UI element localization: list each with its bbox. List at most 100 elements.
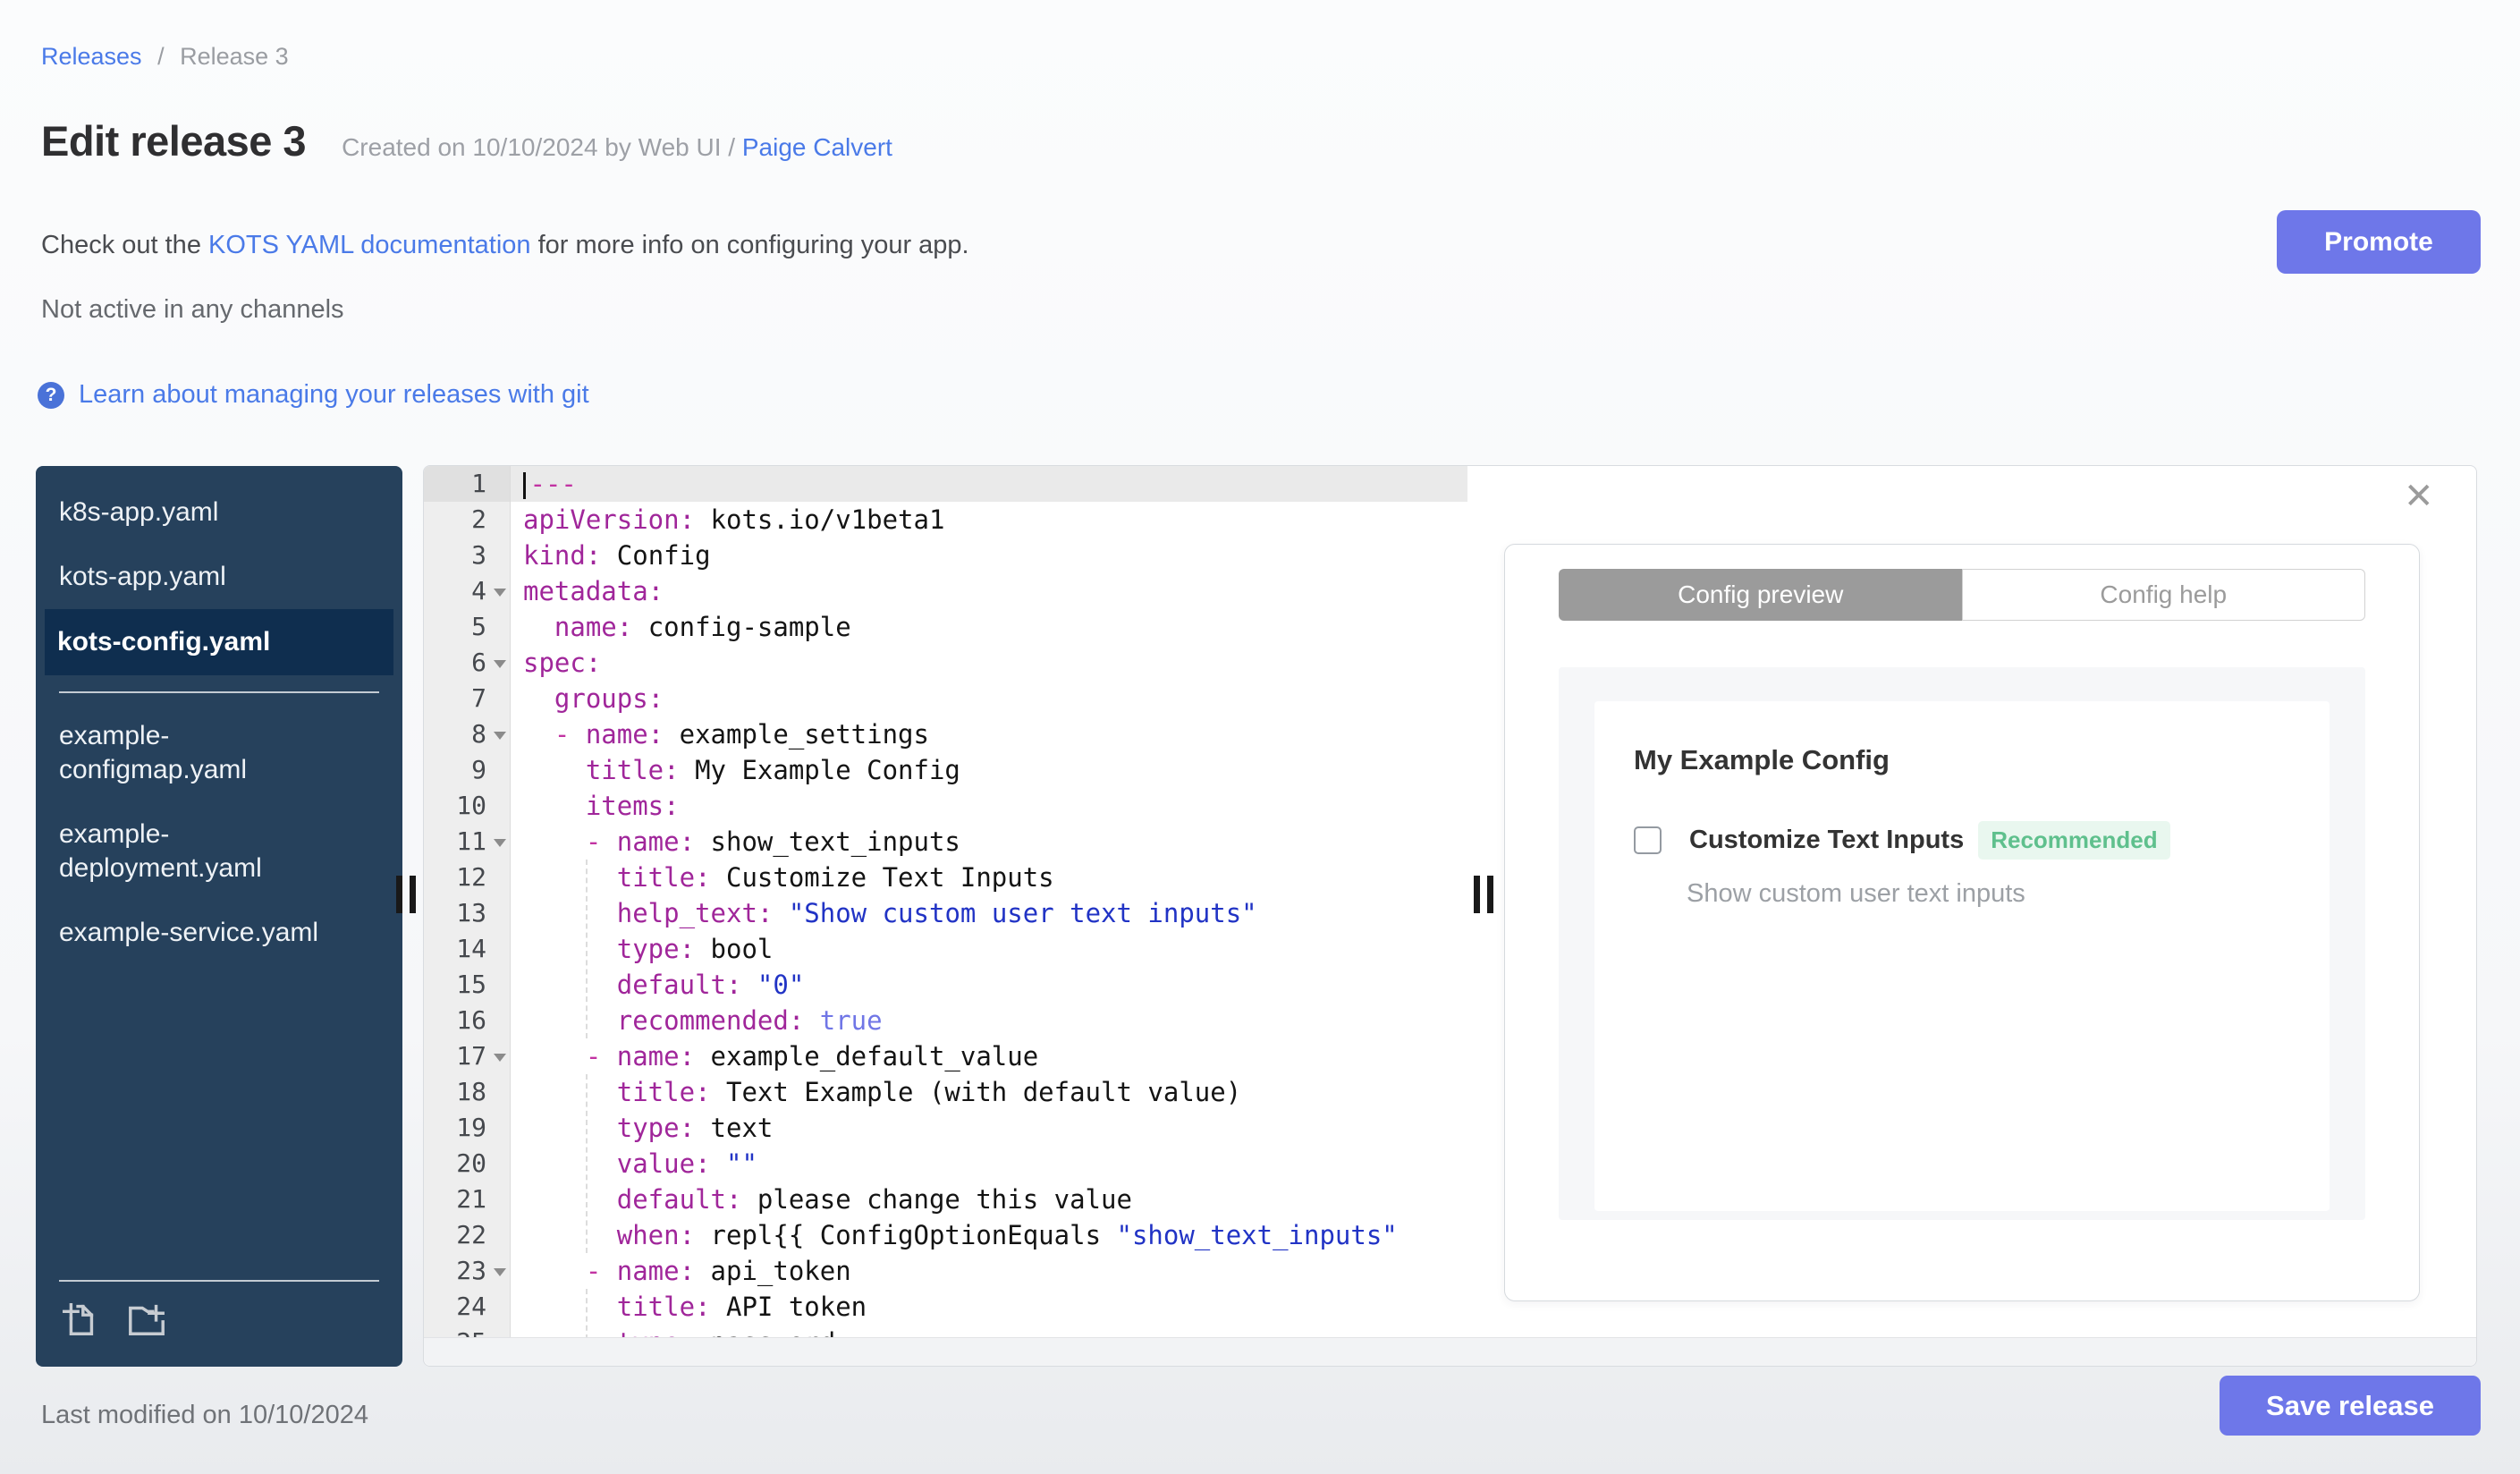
intro-text: Check out the KOTS YAML documentation fo…	[41, 231, 969, 260]
page-title: Edit release 3	[41, 117, 307, 165]
sidebar-file-k8s-app.yaml[interactable]: k8s-app.yaml	[57, 480, 347, 545]
config-item-row: Customize Text Inputs Recommended	[1634, 821, 2290, 860]
code-line-19[interactable]: 19 type: text	[424, 1110, 1467, 1146]
gutter-line-number: 2	[424, 502, 511, 538]
title-row: Edit release 3 Created on 10/10/2024 by …	[41, 116, 892, 165]
sidebar-file-example-service.yaml[interactable]: example-service.yaml	[57, 901, 347, 965]
git-help-row: ? Learn about managing your releases wit…	[38, 380, 589, 410]
git-releases-link[interactable]: Learn about managing your releases with …	[79, 380, 589, 410]
code-lines: 1 --- 2 apiVersion: kots.io/v1beta1 3 kind: C…	[424, 466, 1467, 1340]
code-line-1[interactable]: 1 ---	[424, 466, 1467, 502]
close-icon[interactable]: ✕	[2398, 478, 2440, 515]
sidebar-file-kots-app.yaml[interactable]: kots-app.yaml	[57, 545, 347, 609]
code-line-6[interactable]: 6 spec:	[424, 645, 1467, 681]
config-preview-panel: Config preview Config help My Example Con…	[1504, 544, 2420, 1301]
horizontal-scrollbar[interactable]	[424, 1337, 2476, 1366]
code-line-18[interactable]: 18 title: Text Example (with default val…	[424, 1074, 1467, 1110]
code-line-5[interactable]: 5 name: config-sample	[424, 609, 1467, 645]
sidebar-footer	[59, 1280, 379, 1343]
breadcrumb-current: Release 3	[180, 43, 289, 70]
code-line-8[interactable]: 8 - name: example_settings	[424, 716, 1467, 752]
tab-config-help[interactable]: Config help	[1961, 569, 2365, 621]
gutter-line-number: 18	[424, 1074, 511, 1110]
new-folder-icon[interactable]	[123, 1298, 170, 1343]
code-line-13[interactable]: 13 help_text: "Show custom user text inp…	[424, 895, 1467, 931]
code-line-23[interactable]: 23 - name: api_token	[424, 1253, 1467, 1289]
code-line-16[interactable]: 16 recommended: true	[424, 1003, 1467, 1038]
created-text: Created on 10/10/2024 by Web UI /	[342, 133, 736, 161]
code-line-4[interactable]: 4 metadata:	[424, 573, 1467, 609]
config-item-label: Customize Text Inputs	[1689, 826, 1965, 854]
save-release-button[interactable]: Save release	[2220, 1376, 2481, 1436]
channels-note: Not active in any channels	[41, 295, 344, 324]
new-file-icon[interactable]	[59, 1298, 100, 1343]
fold-arrow-icon[interactable]	[494, 660, 506, 668]
code-line-24[interactable]: 24 title: API token	[424, 1289, 1467, 1325]
gutter-line-number: 14	[424, 931, 511, 967]
gutter-line-number: 9	[424, 752, 511, 788]
gutter-line-number: 3	[424, 538, 511, 573]
code-line-17[interactable]: 17 - name: example_default_value	[424, 1038, 1467, 1074]
gutter-line-number: 6	[424, 645, 511, 681]
fold-arrow-icon[interactable]	[494, 732, 506, 740]
fold-arrow-icon[interactable]	[494, 589, 506, 597]
code-line-20[interactable]: 20 value: ""	[424, 1146, 1467, 1182]
last-modified-text: Last modified on 10/10/2024	[41, 1401, 368, 1429]
code-line-3[interactable]: 3 kind: Config	[424, 538, 1467, 573]
gutter-line-number: 8	[424, 716, 511, 752]
resize-handle-right[interactable]	[1474, 876, 1493, 915]
fold-arrow-icon[interactable]	[494, 1054, 506, 1062]
indent-guide	[586, 860, 588, 1038]
gutter-line-number: 11	[424, 824, 511, 860]
preview-body: My Example Config Customize Text Inputs …	[1559, 667, 2365, 1220]
file-list-divider	[59, 691, 379, 693]
gutter-line-number: 22	[424, 1217, 511, 1253]
gutter-line-number: 16	[424, 1003, 511, 1038]
config-checkbox[interactable]	[1634, 826, 1662, 854]
gutter-line-number: 21	[424, 1182, 511, 1217]
file-list: k8s-app.yaml kots-app.yaml kots-config.yam…	[36, 480, 402, 965]
kots-docs-link[interactable]: KOTS YAML documentation	[208, 231, 531, 259]
created-info: Created on 10/10/2024 by Web UI / Paige …	[342, 133, 892, 162]
config-item-help: Show custom user text inputs	[1687, 879, 2025, 908]
gutter-line-number: 24	[424, 1289, 511, 1325]
preview-tabs: Config preview Config help	[1559, 569, 2365, 621]
code-line-2[interactable]: 2 apiVersion: kots.io/v1beta1	[424, 502, 1467, 538]
gutter-line-number: 13	[424, 895, 511, 931]
gutter-line-number: 15	[424, 967, 511, 1003]
gutter-line-number: 20	[424, 1146, 511, 1182]
gutter-line-number: 10	[424, 788, 511, 824]
resize-handle-left[interactable]	[396, 876, 416, 915]
config-group-title: My Example Config	[1634, 744, 1890, 775]
code-line-22[interactable]: 22 when: repl{{ ConfigOptionEquals "show…	[424, 1217, 1467, 1253]
gutter-line-number: 4	[424, 573, 511, 609]
code-line-12[interactable]: 12 title: Customize Text Inputs	[424, 860, 1467, 895]
sidebar-file-example-deployment.yaml[interactable]: example-deployment.yaml	[57, 802, 347, 901]
code-line-21[interactable]: 21 default: please change this value	[424, 1182, 1467, 1217]
indent-guide	[586, 1289, 588, 1340]
gutter-line-number: 23	[424, 1253, 511, 1289]
sidebar-file-kots-config.yaml[interactable]: kots-config.yaml	[45, 609, 393, 675]
created-author-link[interactable]: Paige Calvert	[742, 133, 892, 161]
code-line-10[interactable]: 10 items:	[424, 788, 1467, 824]
gutter-line-number: 12	[424, 860, 511, 895]
gutter-line-number: 17	[424, 1038, 511, 1074]
sidebar-file-example-configmap.yaml[interactable]: example-configmap.yaml	[57, 704, 347, 802]
tab-config-preview[interactable]: Config preview	[1559, 569, 1962, 621]
code-line-7[interactable]: 7 groups:	[424, 681, 1467, 716]
code-line-11[interactable]: 11 - name: show_text_inputs	[424, 824, 1467, 860]
intro-after: for more info on configuring your app.	[530, 231, 969, 259]
fold-arrow-icon[interactable]	[494, 839, 506, 847]
gutter-line-number: 1	[424, 466, 511, 502]
promote-button[interactable]: Promote	[2277, 210, 2481, 274]
gutter-line-number: 5	[424, 609, 511, 645]
code-line-14[interactable]: 14 type: bool	[424, 931, 1467, 967]
config-card: My Example Config Customize Text Inputs …	[1594, 701, 2330, 1211]
code-line-15[interactable]: 15 default: "0"	[424, 967, 1467, 1003]
intro-before: Check out the	[41, 231, 208, 259]
yaml-editor[interactable]: 1 --- 2 apiVersion: kots.io/v1beta1 3 kind: C…	[424, 466, 1467, 1340]
breadcrumb-releases-link[interactable]: Releases	[41, 43, 142, 70]
code-line-9[interactable]: 9 title: My Example Config	[424, 752, 1467, 788]
breadcrumb: Releases / Release 3	[41, 43, 289, 71]
fold-arrow-icon[interactable]	[494, 1268, 506, 1276]
